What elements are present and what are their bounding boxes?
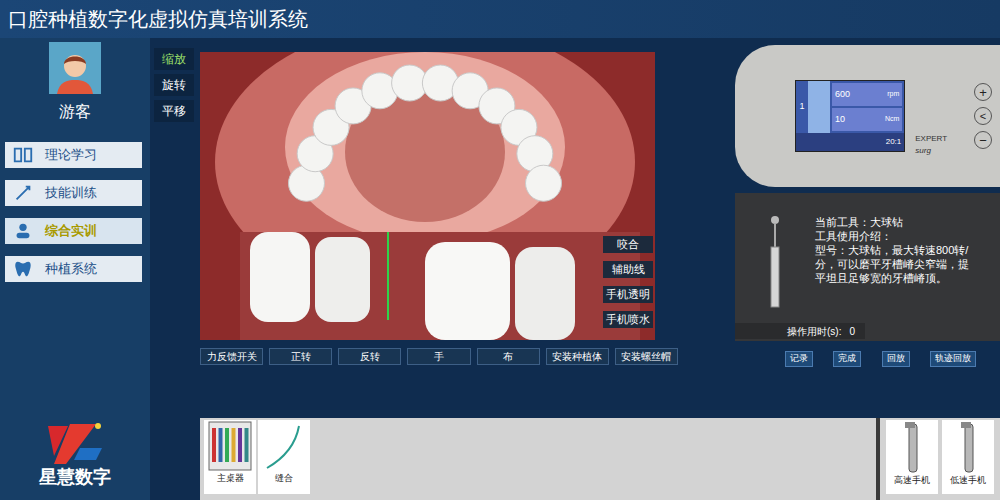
record-button[interactable]: 记录 <box>785 351 813 367</box>
current-tool: 当前工具：大球钻 <box>815 215 1000 229</box>
minus-button[interactable]: − <box>974 131 992 149</box>
tool-tray: 主桌器缝合 高速手机低速手机 <box>200 418 1000 500</box>
action-button[interactable]: 正转 <box>269 348 332 365</box>
logo-icon <box>40 418 110 468</box>
overlay-button[interactable]: 手机喷水 <box>603 311 653 328</box>
record-button[interactable]: 轨迹回放 <box>930 351 976 367</box>
user-name: 游客 <box>59 100 91 124</box>
title-bar: 口腔种植数字化虚拟仿真培训系统 <box>0 0 1000 38</box>
speed-value: 600 <box>835 88 850 102</box>
motor-device: 1600rpm10Ncm20:1EXPERT surg+<− <box>735 45 1000 187</box>
ball-drill-icon <box>765 215 785 311</box>
action-button[interactable]: 反转 <box>338 348 401 365</box>
menu-icon <box>11 182 35 204</box>
action-button[interactable]: 布 <box>477 348 540 365</box>
record-button[interactable]: 完成 <box>833 351 861 367</box>
action-button[interactable]: 安装螺丝帽 <box>615 348 678 365</box>
sidebar-item[interactable]: 种植系统 <box>5 256 142 282</box>
torque-value: 10 <box>835 113 845 127</box>
view-mode-button[interactable]: 平移 <box>154 100 194 122</box>
suture-icon <box>261 420 307 472</box>
record-button[interactable]: 回放 <box>882 351 910 367</box>
tool-panel: 当前工具：大球钻工具使用介绍：型号：大球钻，最大转速800转/分，可以磨平牙槽嵴… <box>735 193 1000 341</box>
logo: 星慧数字 <box>39 418 111 486</box>
overlay-button[interactable]: 手机透明 <box>603 286 653 303</box>
tool-description-line: 平坦且足够宽的牙槽嵴顶。 <box>815 271 1000 285</box>
menu-icon <box>11 220 35 242</box>
menu-icon <box>11 144 35 166</box>
app: 口腔种植数字化虚拟仿真培训系统游客理论学习技能训练综合实训种植系统星慧数字缩放旋… <box>0 0 1000 500</box>
record-button-row: 记录 完成 回放 轨迹回放 <box>735 351 1000 367</box>
user-icon <box>53 48 97 94</box>
overlay-button[interactable]: 咬合 <box>603 236 653 253</box>
overlay-button[interactable]: 辅助线 <box>603 261 653 278</box>
handpiece-icon <box>958 420 978 474</box>
sidebar-item[interactable]: 技能训练 <box>5 180 142 206</box>
action-button[interactable]: 力反馈开关 <box>200 348 263 365</box>
handpiece-icon <box>902 420 922 474</box>
action-button[interactable]: 手 <box>407 348 470 365</box>
title: 口腔种植数字化虚拟仿真培训系统 <box>8 9 308 29</box>
plus-button[interactable]: + <box>974 83 992 101</box>
tray-item[interactable]: 缝合 <box>258 420 310 494</box>
tray-item[interactable]: 主桌器 <box>204 420 256 494</box>
back-button[interactable]: < <box>974 107 992 125</box>
brand: EXPERT <box>915 134 947 143</box>
sidebar: 游客理论学习技能训练综合实训种植系统星慧数字 <box>0 38 150 500</box>
tool-description-line: 分，可以磨平牙槽嵴尖窄端，提 <box>815 257 1000 271</box>
view-mode-column: 缩放旋转平移 <box>150 38 200 418</box>
sidebar-item[interactable]: 综合实训 <box>5 218 142 244</box>
sidebar-item[interactable]: 理论学习 <box>5 142 142 168</box>
tool-description-line: 型号：大球钻，最大转速800转/ <box>815 243 1000 257</box>
avatar[interactable] <box>49 42 101 94</box>
device-screen: 1600rpm10Ncm20:1 <box>795 80 905 152</box>
action-button[interactable]: 安装种植体 <box>546 348 609 365</box>
ratio: 20:1 <box>886 136 902 148</box>
handpiece-item[interactable]: 低速手机 <box>942 420 994 494</box>
view-mode-button[interactable]: 缩放 <box>154 48 194 70</box>
handpiece-item[interactable]: 高速手机 <box>886 420 938 494</box>
instrument-tray-icon <box>207 420 253 472</box>
menu-icon <box>11 258 35 280</box>
view-mode-button[interactable]: 旋转 <box>154 74 194 96</box>
mouth-model-icon <box>200 52 655 340</box>
action-button-row: 力反馈开关正转反转手布安装种植体安装螺丝帽 <box>200 348 678 365</box>
timer: 操作用时(s):0 <box>735 323 865 339</box>
3d-view[interactable]: 咬合辅助线手机透明手机喷水 <box>200 52 655 340</box>
